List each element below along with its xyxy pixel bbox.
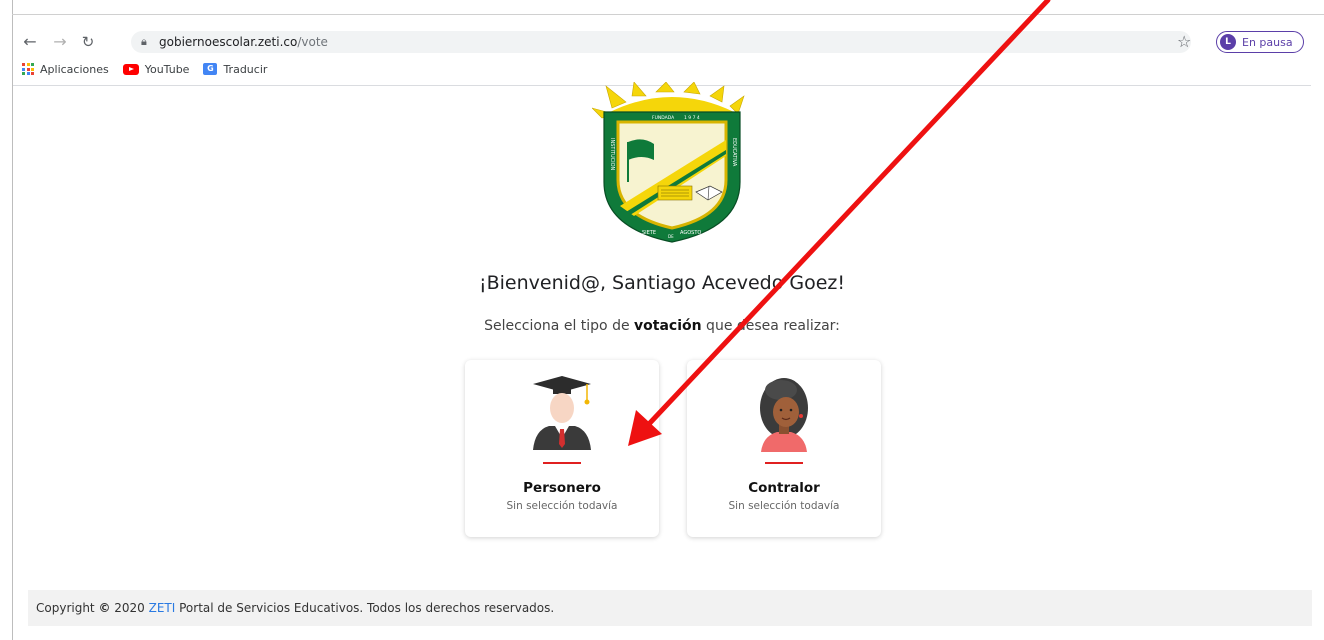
back-arrow-icon[interactable]: ← <box>19 28 41 56</box>
crest-text: 1 9 7 4 <box>684 115 700 121</box>
crest-text: INSTITUCION <box>609 138 615 171</box>
vote-instruction: Selecciona el tipo de votación que desea… <box>484 318 840 334</box>
profile-status: En pausa <box>1242 35 1293 49</box>
crest-text: DE <box>668 234 674 239</box>
bookmarks-bar: Aplicaciones YouTube G Traducir <box>22 58 267 80</box>
welcome-heading: ¡Bienvenid@, Santiago Acevedo Goez! <box>479 272 845 294</box>
reload-icon[interactable]: ↻ <box>77 28 99 56</box>
bookmark-translate[interactable]: G Traducir <box>203 63 267 76</box>
card-divider <box>765 462 803 464</box>
card-divider <box>543 462 581 464</box>
forward-arrow-icon[interactable]: → <box>49 28 71 56</box>
crest-text: AGOSTO <box>680 230 701 236</box>
browser-toolbar: ← → ↻ 🔒︎ gobiernoescolar.zeti.co/vote ☆ … <box>13 28 1324 56</box>
bookmark-label: YouTube <box>144 62 190 76</box>
bookmark-label: Aplicaciones <box>40 62 109 76</box>
card-title: Personero <box>523 480 601 496</box>
copyright-text: Copyright © 2020 ZETI Portal de Servicio… <box>36 601 555 615</box>
crest-text: EDUCATIVA <box>731 138 737 167</box>
card-title: Contralor <box>748 480 820 496</box>
woman-avatar-icon <box>760 378 808 452</box>
crest-text: SIETE <box>642 230 656 236</box>
address-bar[interactable]: 🔒︎ gobiernoescolar.zeti.co/vote <box>131 31 1191 53</box>
zeti-link[interactable]: ZETI <box>149 601 176 615</box>
bookmark-star-icon[interactable]: ☆ <box>1177 28 1191 56</box>
window-top-border <box>12 14 1324 15</box>
school-crest-logo: FUNDADA 1 9 7 4 INSTITUCION EDUCATIVA SI… <box>592 82 745 243</box>
card-status: Sin selección todavía <box>728 500 840 512</box>
bookmark-apps[interactable]: Aplicaciones <box>22 63 109 76</box>
crest-text: FUNDADA <box>652 115 675 121</box>
url-text[interactable]: gobiernoescolar.zeti.co/vote <box>159 31 328 53</box>
vote-card-personero[interactable]: Personero Sin selección todavía <box>465 360 659 537</box>
profile-avatar: L <box>1220 34 1236 50</box>
lock-icon: 🔒︎ <box>141 35 147 48</box>
apps-grid-icon <box>22 63 34 75</box>
translate-icon: G <box>203 63 218 75</box>
page-footer: Copyright © 2020 ZETI Portal de Servicio… <box>28 590 1312 626</box>
youtube-icon <box>122 63 139 75</box>
card-status: Sin selección todavía <box>506 500 618 512</box>
vote-card-contralor[interactable]: Contralor Sin selección todavía <box>687 360 881 537</box>
graduate-avatar-icon <box>533 376 591 450</box>
bookmark-label: Traducir <box>223 62 268 76</box>
profile-button[interactable]: L En pausa <box>1216 31 1304 53</box>
copyright-icon: © <box>98 601 111 615</box>
bookmark-youtube[interactable]: YouTube <box>122 62 190 76</box>
